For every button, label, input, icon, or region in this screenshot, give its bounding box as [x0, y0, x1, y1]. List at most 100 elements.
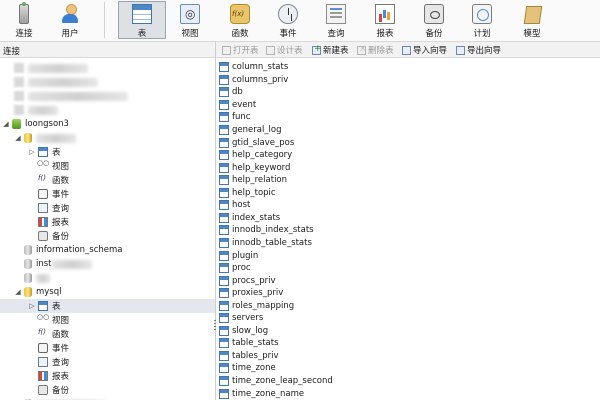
- toolbar-view-button[interactable]: 视图: [166, 1, 214, 39]
- expand-arrow-icon[interactable]: ▷: [28, 148, 36, 156]
- toolbar-table-button[interactable]: 表: [118, 1, 166, 39]
- table-name: proc: [232, 263, 251, 274]
- table-list-item[interactable]: roles_mapping: [219, 299, 294, 312]
- table-list-item[interactable]: proc: [219, 262, 251, 275]
- tree-item-label: information_schema: [36, 245, 123, 255]
- collapse-arrow-icon[interactable]: ◢: [14, 134, 22, 142]
- table-list-item[interactable]: time_zone: [219, 362, 276, 375]
- table-list-item[interactable]: help_category: [219, 149, 292, 162]
- tree-item-reports[interactable]: 报表: [38, 369, 69, 383]
- tree-item-tables[interactable]: ▷ 表: [28, 145, 61, 159]
- import-wizard-button[interactable]: 导入向导: [402, 44, 447, 56]
- tree-item-queries[interactable]: 查询: [38, 201, 69, 215]
- export-wizard-label: 导出向导: [467, 46, 502, 56]
- table-name: slow_log: [232, 325, 269, 336]
- table-list-item[interactable]: innodb_index_stats: [219, 224, 314, 237]
- query-icon: [38, 357, 48, 367]
- tree-item-views[interactable]: 视图: [37, 313, 69, 327]
- tree-connection-redacted[interactable]: [14, 61, 88, 75]
- table-list-item[interactable]: help_topic: [219, 187, 276, 200]
- table-name: help_relation: [232, 175, 288, 186]
- table-list-item[interactable]: servers: [219, 312, 263, 325]
- table-list-item[interactable]: gtid_slave_pos: [219, 136, 294, 149]
- tree-item-label: 查询: [52, 358, 70, 368]
- new-table-button[interactable]: 新建表: [312, 44, 349, 56]
- table-list-item[interactable]: db: [219, 86, 243, 99]
- redacted-label: [51, 259, 92, 269]
- toolbar-query-button[interactable]: 查询: [312, 1, 360, 39]
- open-table-label: 打开表: [233, 46, 259, 56]
- tree-database-information-schema[interactable]: information_schema: [24, 243, 123, 257]
- tree-item-views[interactable]: 视图: [37, 159, 69, 173]
- table-icon: [219, 288, 229, 299]
- table-list-item[interactable]: proxies_priv: [219, 287, 283, 300]
- collapse-arrow-icon[interactable]: ◢: [2, 120, 10, 128]
- table-icon: [219, 313, 229, 324]
- tree-item-tables-selected[interactable]: ▷ 表: [0, 299, 215, 313]
- table-list-item[interactable]: host: [219, 199, 250, 212]
- table-list-item[interactable]: event: [219, 99, 256, 112]
- table-list-item[interactable]: tables_priv: [219, 350, 279, 363]
- table-icon: [219, 200, 229, 211]
- table-list-item[interactable]: help_keyword: [219, 161, 290, 174]
- table-name: column_stats: [232, 62, 289, 73]
- toolbar-label: 连接: [15, 29, 33, 39]
- table-list-item[interactable]: table_stats: [219, 337, 279, 350]
- tree-database-redacted[interactable]: ◢: [14, 131, 76, 145]
- import-wizard-label: 导入向导: [413, 46, 448, 56]
- table-list-item[interactable]: index_stats: [219, 212, 280, 225]
- table-icon: [219, 137, 229, 148]
- table-name: proxies_priv: [232, 288, 284, 299]
- tree-item-backups[interactable]: 备份: [38, 229, 69, 243]
- expand-arrow-icon[interactable]: ▷: [28, 302, 36, 310]
- tree-item-label: 表: [52, 148, 61, 158]
- toolbar-connection-button[interactable]: 连接: [0, 1, 48, 39]
- tree-database-redacted[interactable]: [24, 271, 50, 285]
- tree-connection-redacted[interactable]: [14, 75, 98, 89]
- toolbar-user-button[interactable]: 用户: [46, 1, 94, 39]
- tree-item-functions[interactable]: 函数: [38, 327, 69, 341]
- tree-item-backups[interactable]: 备份: [38, 383, 69, 397]
- table-list-item[interactable]: columns_priv: [219, 74, 288, 87]
- tree-database-inst[interactable]: inst: [24, 257, 92, 271]
- tree-database-mysql[interactable]: ◢ mysql: [14, 285, 62, 299]
- design-table-button[interactable]: 设计表: [266, 44, 303, 56]
- table-list-item[interactable]: plugin: [219, 249, 258, 262]
- tree-item-events[interactable]: 事件: [38, 187, 69, 201]
- tree-connection-redacted[interactable]: [14, 103, 58, 117]
- delete-table-button[interactable]: 删除表: [357, 44, 394, 56]
- table-list-item[interactable]: slow_log: [219, 325, 268, 338]
- table-list-item[interactable]: innodb_table_stats: [219, 237, 312, 250]
- report-icon: [375, 4, 395, 24]
- table-icon: [219, 263, 229, 274]
- tree-item-functions[interactable]: 函数: [38, 173, 69, 187]
- toolbar-event-button[interactable]: 事件: [264, 1, 312, 39]
- toolbar-schedule-button[interactable]: 计划: [458, 1, 506, 39]
- table-list-item[interactable]: general_log: [219, 124, 282, 137]
- toolbar-label: 事件: [279, 29, 297, 39]
- toolbar-model-button[interactable]: 模型: [508, 1, 556, 39]
- toolbar-report-button[interactable]: 报表: [361, 1, 409, 39]
- database-icon: [14, 63, 24, 73]
- table-list-item[interactable]: func: [219, 111, 250, 124]
- tree-item-label: inst: [36, 259, 52, 269]
- tree-item-events[interactable]: 事件: [38, 341, 69, 355]
- toolbar-label: 表: [137, 29, 147, 39]
- tree-connection-redacted[interactable]: [14, 89, 128, 103]
- collapse-arrow-icon[interactable]: ◢: [14, 288, 22, 296]
- table-list-item[interactable]: column_stats: [219, 61, 288, 74]
- tree-item-label: 报表: [52, 218, 70, 228]
- export-wizard-button[interactable]: 导出向导: [456, 44, 501, 56]
- toolbar-backup-button[interactable]: 备份: [410, 1, 458, 39]
- backup-icon: [38, 231, 48, 241]
- table-list-item[interactable]: time_zone_name: [219, 387, 304, 400]
- tree-item-queries[interactable]: 查询: [38, 355, 69, 369]
- open-table-button[interactable]: 打开表: [222, 44, 259, 56]
- table-list-item[interactable]: time_zone_leap_second: [219, 375, 333, 388]
- tree-connection-loongson3[interactable]: ◢ loongson3: [2, 117, 69, 131]
- tree-item-reports[interactable]: 报表: [38, 215, 69, 229]
- table-list-item[interactable]: procs_priv: [219, 274, 276, 287]
- table-list-item[interactable]: help_relation: [219, 174, 287, 187]
- redacted-label: [28, 91, 128, 101]
- toolbar-function-button[interactable]: 函数: [216, 1, 264, 39]
